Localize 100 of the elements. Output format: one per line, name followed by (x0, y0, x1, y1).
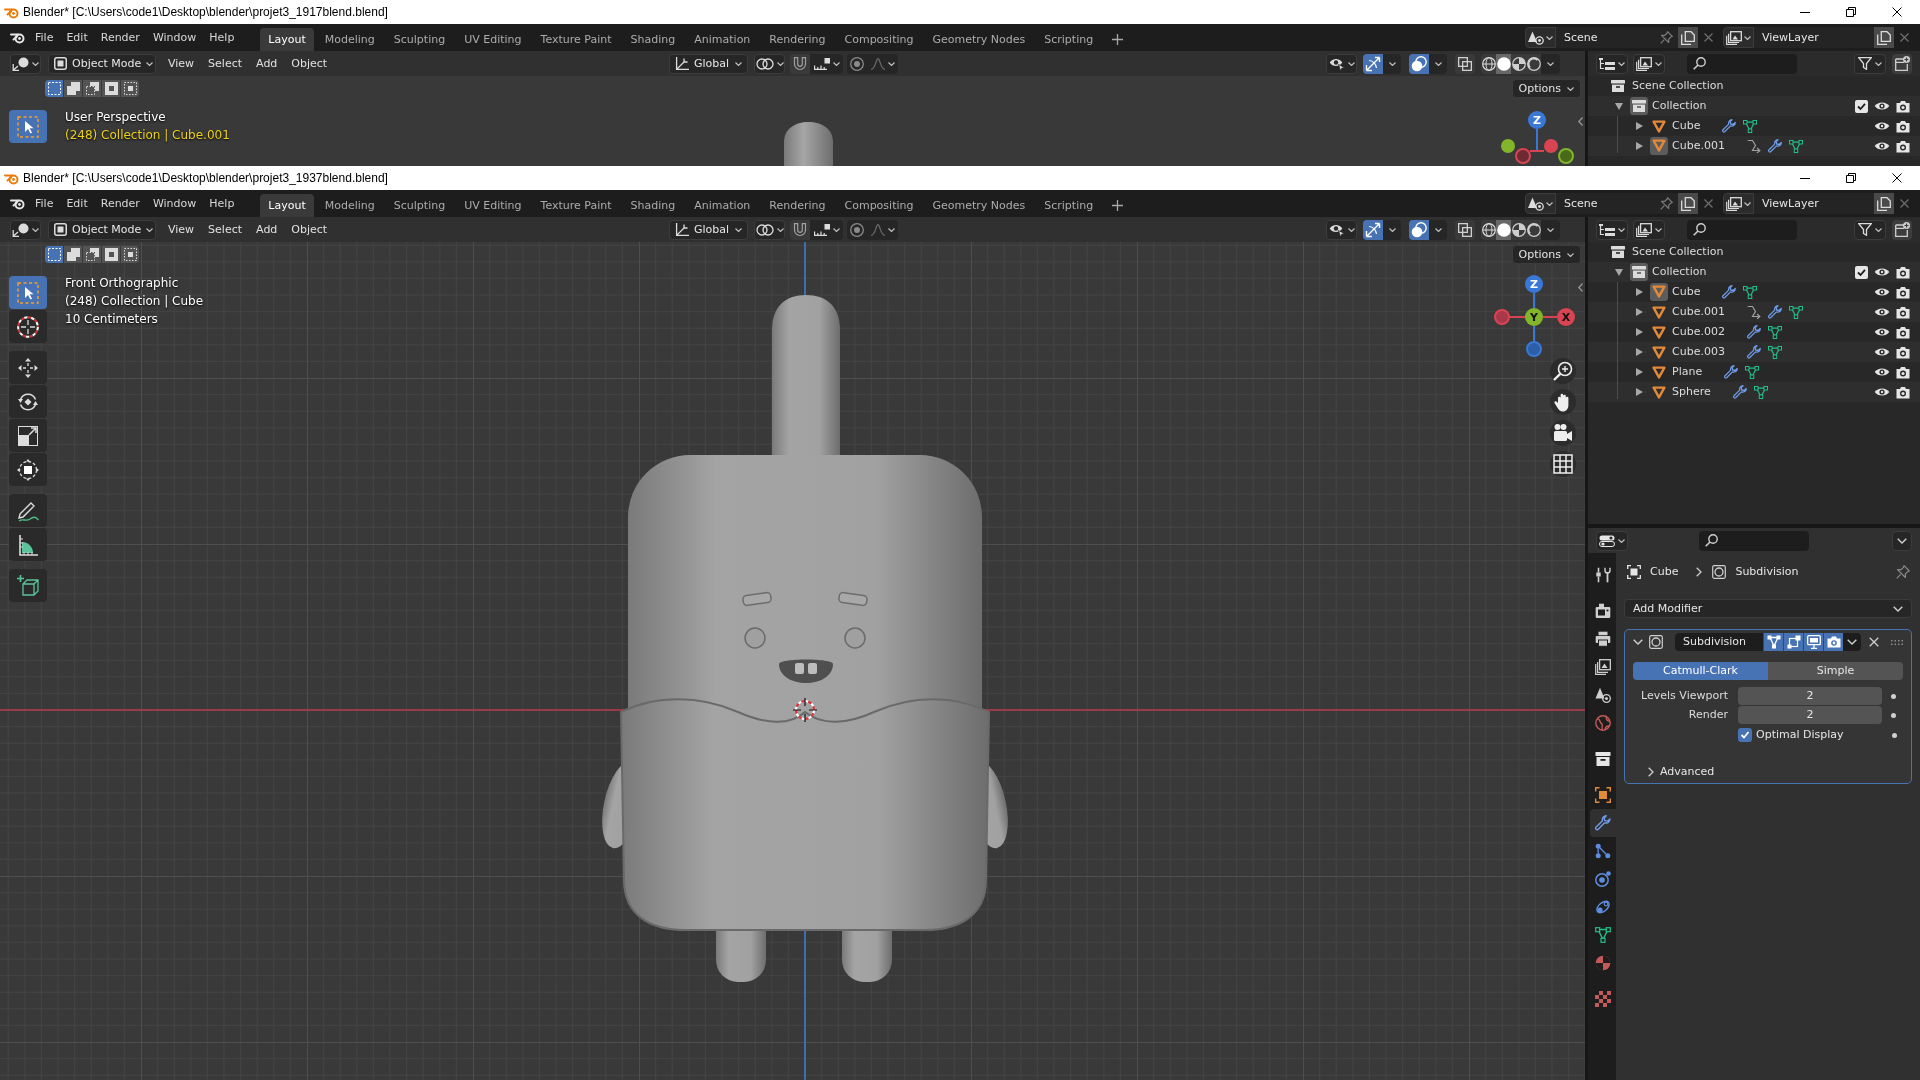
camera-icon[interactable] (1896, 119, 1910, 133)
scene-selector[interactable] (1525, 193, 1556, 214)
camera-icon[interactable] (1896, 285, 1910, 299)
tool-button[interactable] (9, 310, 47, 343)
outliner-row[interactable]: Collection (1588, 262, 1920, 282)
eye-icon[interactable] (1874, 287, 1890, 297)
axis-handle[interactable] (1515, 148, 1531, 164)
disclosure-triangle-icon[interactable] (1615, 268, 1623, 276)
restore-icon[interactable] (1846, 7, 1856, 17)
workspace-tab[interactable]: Texture Paint (532, 28, 620, 51)
dot-icon[interactable] (1891, 712, 1896, 718)
tool-button[interactable] (9, 351, 47, 384)
eye-icon[interactable] (1874, 327, 1890, 337)
camera-icon[interactable] (1896, 325, 1910, 339)
eye-icon[interactable] (1874, 121, 1890, 131)
disclosure-triangle-icon[interactable] (1636, 122, 1643, 130)
eye-icon[interactable] (1874, 101, 1890, 111)
eye-icon[interactable] (1874, 307, 1890, 317)
tool-button[interactable] (9, 453, 47, 486)
menu-item[interactable]: Object (284, 53, 335, 74)
overlay-toggle[interactable] (1409, 219, 1429, 240)
search-field[interactable] (1687, 219, 1797, 240)
tool-button[interactable] (9, 385, 47, 418)
eye-icon[interactable] (1874, 267, 1890, 277)
subdivision-type-button[interactable]: Simple (1768, 662, 1903, 680)
select-mode-button[interactable] (64, 246, 82, 263)
number-field[interactable]: 2 (1738, 687, 1882, 705)
view-layer-dropdown[interactable] (1633, 219, 1665, 240)
dot-icon[interactable] (1892, 732, 1897, 738)
axis-handle[interactable]: Z (1528, 111, 1546, 129)
menu-item[interactable]: Edit (60, 27, 94, 48)
filter-dropdown[interactable] (1854, 219, 1886, 240)
menu-item[interactable]: File (29, 27, 60, 48)
workspace-tab[interactable]: Layout (260, 28, 314, 51)
chevron-left-icon[interactable] (1578, 283, 1583, 292)
orientation-dropdown[interactable]: Global (669, 53, 748, 74)
disclosure-triangle-icon[interactable] (1636, 308, 1643, 316)
shading-button[interactable] (1496, 219, 1511, 240)
add-workspace-icon[interactable] (1112, 200, 1124, 211)
workspace-tab[interactable]: Modeling (316, 194, 383, 217)
shading-button[interactable] (1526, 219, 1541, 240)
visibility-dropdown[interactable] (1326, 219, 1357, 240)
workspace-tab[interactable]: UV Editing (456, 28, 530, 51)
falloff-dropdown[interactable] (867, 53, 898, 74)
zoom-icon[interactable] (1550, 358, 1576, 384)
camera-icon[interactable] (1896, 305, 1910, 319)
menu-item[interactable]: Add (249, 219, 285, 240)
select-mode-button[interactable] (83, 246, 101, 263)
axis-handle[interactable] (1544, 139, 1558, 153)
workspace-tab[interactable]: Compositing (836, 28, 922, 51)
menu-item[interactable]: Select (201, 53, 250, 74)
falloff-dropdown[interactable] (867, 219, 898, 240)
disclosure-triangle-icon[interactable] (1636, 348, 1643, 356)
options-dropdown[interactable]: Options (1511, 79, 1581, 98)
gizmo-toggle[interactable] (1363, 219, 1383, 240)
workspace-tab[interactable]: Compositing (836, 194, 922, 217)
minimize-icon[interactable] (1800, 11, 1810, 13)
view-layer-field[interactable]: ViewLayer (1754, 193, 1874, 214)
new-scene-button[interactable] (1678, 193, 1698, 214)
shading-button[interactable] (1496, 53, 1511, 74)
outliner-row[interactable]: Sphere (1588, 382, 1920, 402)
view-layer-dropdown[interactable] (1633, 53, 1665, 74)
render-toggle[interactable] (1823, 633, 1843, 651)
menu-item[interactable]: Window (146, 193, 203, 214)
menu-item[interactable]: Help (203, 27, 241, 48)
proportional-toggle[interactable] (847, 219, 867, 240)
orientation-dropdown[interactable]: Global (669, 219, 748, 240)
chevron-left-icon[interactable] (1578, 117, 1583, 126)
snap-toggle[interactable] (790, 219, 810, 240)
outliner-row[interactable]: Cube.003 (1588, 342, 1920, 362)
cage-toggle[interactable] (1763, 633, 1783, 651)
shading-button[interactable] (1511, 219, 1526, 240)
eye-icon[interactable] (1874, 141, 1890, 151)
edit-mode-toggle[interactable] (1783, 633, 1803, 651)
axis-handle[interactable] (1501, 139, 1515, 153)
name-field[interactable]: Subdivision (1675, 633, 1763, 651)
restore-icon[interactable] (1846, 173, 1856, 183)
camera-icon[interactable] (1896, 345, 1910, 359)
pin-icon[interactable] (1660, 31, 1673, 44)
new-collection-button[interactable] (1892, 219, 1912, 240)
select-mode-button[interactable] (83, 80, 101, 97)
editor-type-dropdown[interactable] (10, 53, 41, 74)
editor-type-dropdown[interactable] (1596, 530, 1628, 551)
camera-icon[interactable] (1896, 385, 1910, 399)
new-view-layer-button[interactable] (1874, 193, 1894, 214)
gizmo-toggle[interactable] (1363, 53, 1383, 74)
tool-button[interactable] (9, 419, 47, 452)
outliner-row[interactable]: Collection (1588, 96, 1920, 116)
new-scene-button[interactable] (1678, 27, 1698, 48)
hand-icon[interactable] (1550, 389, 1576, 415)
camera-icon[interactable] (1896, 265, 1910, 279)
tool-button[interactable] (9, 528, 47, 561)
snap-target-dropdown[interactable] (810, 219, 843, 240)
workspace-tab[interactable]: Scripting (1036, 28, 1102, 51)
close-icon[interactable] (1892, 173, 1902, 183)
display-mode-dropdown[interactable] (1596, 219, 1628, 240)
workspace-tab[interactable]: Sculpting (385, 28, 454, 51)
workspace-tab[interactable]: Sculpting (385, 194, 454, 217)
app-logo-icon[interactable] (10, 31, 25, 44)
mode-dropdown[interactable]: Object Mode (48, 53, 156, 74)
